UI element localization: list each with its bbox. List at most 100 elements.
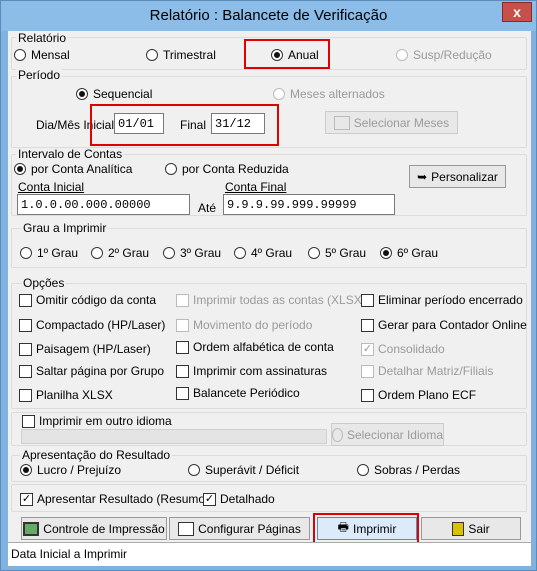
chk-compactado[interactable]: Compactado (HP/Laser) — [19, 318, 165, 332]
title-bar: Relatório : Balancete de Verificação x — [1, 1, 536, 31]
radio-circle — [163, 247, 175, 259]
radio-circle — [76, 88, 88, 100]
radio-conta-analitica[interactable]: por Conta Analítica — [14, 162, 132, 176]
chk-imprimir-assinaturas[interactable]: Imprimir com assinaturas — [176, 364, 327, 378]
conta-final-input[interactable]: 9.9.9.99.999.99999 — [223, 194, 395, 215]
radio-grau-2[interactable]: 2º Grau — [91, 246, 149, 260]
final-input[interactable]: 31/12 — [211, 113, 265, 134]
radio-grau-3[interactable]: 3º Grau — [163, 246, 221, 260]
controle-impressao-button[interactable]: Controle de Impressão — [21, 517, 167, 540]
exit-door-icon — [452, 521, 465, 536]
radio-circle — [14, 163, 26, 175]
printer-icon: 🖶 — [337, 520, 349, 534]
chk-ordem-alfabetica[interactable]: Ordem alfabética de conta — [176, 340, 334, 354]
relatorio-label: Relatório — [16, 31, 69, 45]
opcoes-label: Opções — [21, 276, 67, 290]
calendar-icon — [333, 115, 350, 130]
checkbox-box — [22, 414, 35, 428]
chk-contador-online[interactable]: Gerar para Contador Online — [361, 318, 527, 332]
chk-ordem-plano-ecf[interactable]: Ordem Plano ECF — [361, 388, 476, 402]
radio-trimestral[interactable]: Trimestral — [146, 48, 216, 62]
radio-circle — [165, 163, 177, 175]
page-setup-icon — [178, 521, 195, 536]
window: Relatório : Balancete de Verificação x R… — [0, 0, 537, 571]
radio-circle — [273, 88, 285, 100]
radio-circle — [20, 464, 32, 476]
radio-meses-alternados[interactable]: Meses alternados — [273, 87, 385, 101]
radio-circle — [146, 49, 158, 61]
radio-circle — [357, 464, 369, 476]
chk-detalhado[interactable]: ✓ Detalhado — [203, 492, 275, 506]
conta-final-label: Conta Final — [225, 180, 287, 194]
selecionar-idioma-button[interactable]: Selecionar Idioma — [331, 423, 444, 446]
checkbox-box — [19, 342, 32, 356]
chk-imprimir-todas-xlsx[interactable]: Imprimir todas as contas (XLSX) — [176, 293, 366, 307]
checkbox-box — [176, 364, 189, 378]
monitor-icon — [23, 521, 40, 536]
checkbox-box — [176, 386, 189, 400]
chk-consolidado[interactable]: ✓ Consolidado — [361, 342, 445, 356]
checkbox-box: ✓ — [20, 492, 33, 506]
radio-grau-1[interactable]: 1º Grau — [20, 246, 78, 260]
chk-paisagem[interactable]: Paisagem (HP/Laser) — [19, 342, 151, 356]
radio-lucro-prejuizo[interactable]: Lucro / Prejuízo — [20, 463, 121, 477]
radio-circle — [188, 464, 200, 476]
radio-circle — [396, 49, 408, 61]
final-label: Final — [180, 118, 207, 132]
radio-sobras-perdas[interactable]: Sobras / Perdas — [357, 463, 460, 477]
checkbox-box — [361, 293, 374, 307]
imprimir-button[interactable]: 🖶 Imprimir — [317, 517, 417, 540]
chk-planilha-xlsx[interactable]: Planilha XLSX — [19, 388, 113, 402]
radio-susp-reducao[interactable]: Susp/Redução — [396, 48, 492, 62]
radio-circle — [234, 247, 246, 259]
chk-eliminar-periodo[interactable]: Eliminar período encerrado — [361, 293, 523, 307]
checkbox-box — [176, 340, 189, 354]
checkbox-box — [19, 293, 32, 307]
chk-outro-idioma[interactable]: Imprimir em outro idioma — [22, 414, 174, 428]
radio-mensal[interactable]: Mensal — [14, 48, 70, 62]
checkbox-box — [19, 364, 32, 378]
checkbox-box: ✓ — [361, 342, 374, 356]
radio-anual[interactable]: Anual — [271, 48, 319, 62]
radio-conta-reduzida[interactable]: por Conta Reduzida — [165, 162, 289, 176]
periodo-label: Período — [16, 68, 63, 82]
checkbox-box: ✓ — [203, 492, 216, 506]
window-title: Relatório : Balancete de Verificação — [149, 7, 388, 24]
radio-circle — [91, 247, 103, 259]
personalizar-button[interactable]: ➥ Personalizar — [409, 165, 506, 188]
conta-inicial-input[interactable]: 1.0.0.00.000.00000 — [17, 194, 190, 215]
conta-inicial-label: Conta Inicial — [18, 180, 85, 194]
checkbox-box — [361, 318, 374, 332]
chk-saltar-pagina[interactable]: Saltar página por Grupo — [19, 364, 164, 378]
checkbox-box — [361, 364, 374, 378]
radio-grau-4[interactable]: 4º Grau — [234, 246, 292, 260]
arrow-icon: ➥ — [417, 169, 428, 184]
dialog-body: Relatório Mensal Trimestral Anual Susp/R… — [8, 31, 531, 566]
chk-detalhar-matriz[interactable]: Detalhar Matriz/Filiais — [361, 364, 493, 378]
radio-grau-5[interactable]: 5º Grau — [308, 246, 366, 260]
chk-omitir-codigo[interactable]: Omitir código da conta — [19, 293, 156, 307]
idioma-field — [21, 429, 327, 444]
chk-apresentar-resultado[interactable]: ✓ Apresentar Resultado (Resumo) — [20, 492, 209, 506]
radio-grau-6[interactable]: 6º Grau — [380, 246, 438, 260]
dia-mes-inicial-input[interactable]: 01/01 — [114, 113, 164, 134]
radio-circle — [14, 49, 26, 61]
checkbox-box — [361, 388, 374, 402]
chk-movimento-periodo[interactable]: Movimento do período — [176, 318, 312, 332]
close-button[interactable]: x — [502, 2, 532, 22]
radio-sequencial[interactable]: Sequencial — [76, 87, 152, 101]
selecionar-meses-button[interactable]: Selecionar Meses — [325, 111, 458, 134]
checkbox-box — [176, 318, 189, 332]
radio-circle — [271, 49, 283, 61]
ate-label: Até — [198, 201, 217, 215]
radio-circle — [380, 247, 392, 259]
chk-balancete-periodico[interactable]: Balancete Periódico — [176, 386, 300, 400]
status-bar: Data Inicial a Imprimir — [8, 542, 531, 566]
configurar-paginas-button[interactable]: Configurar Páginas — [169, 517, 310, 540]
grau-label: Grau a Imprimir — [21, 221, 109, 235]
globe-icon — [332, 427, 343, 442]
checkbox-box — [176, 293, 189, 307]
radio-superavit-deficit[interactable]: Superávit / Déficit — [188, 463, 299, 477]
radio-circle — [308, 247, 320, 259]
sair-button[interactable]: Sair — [421, 517, 521, 540]
